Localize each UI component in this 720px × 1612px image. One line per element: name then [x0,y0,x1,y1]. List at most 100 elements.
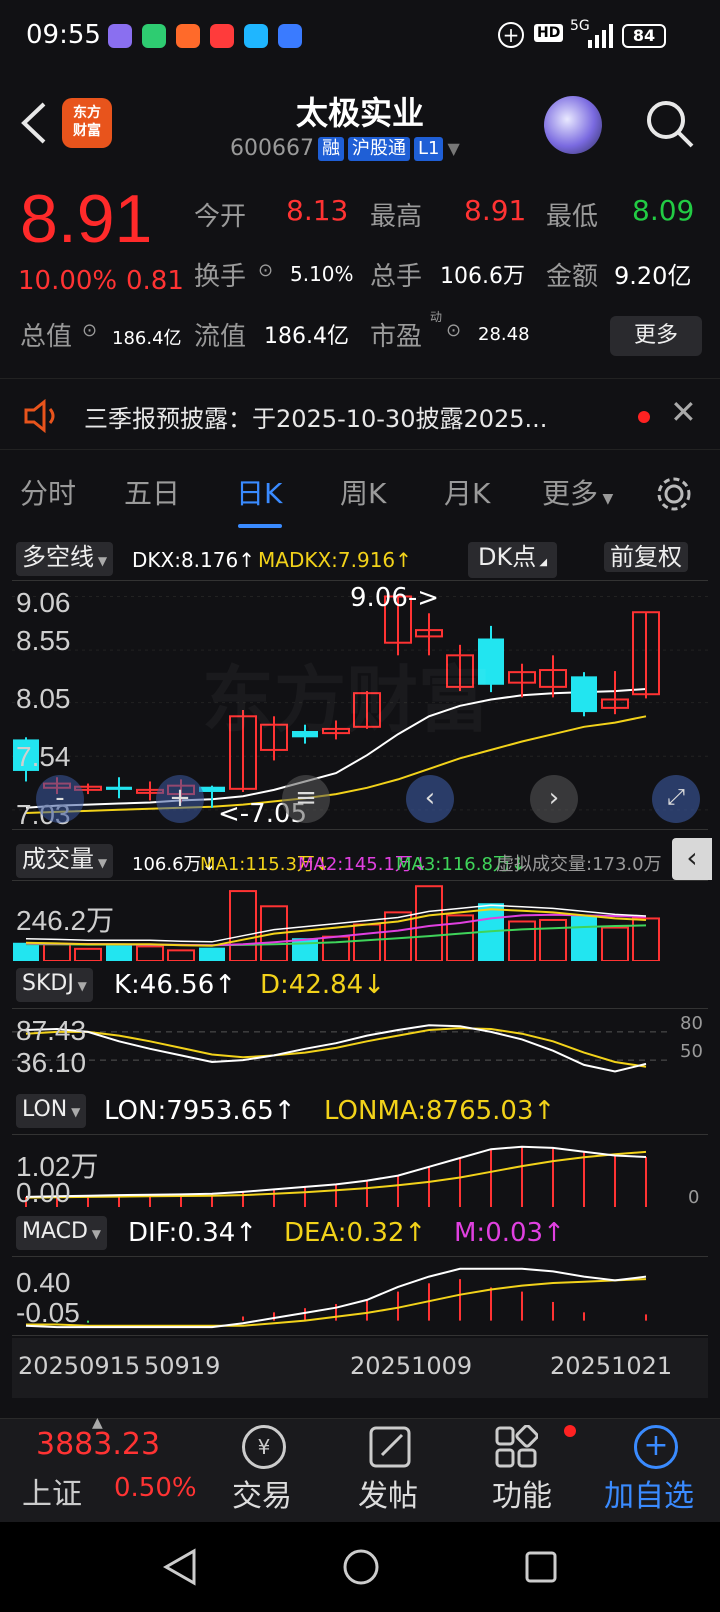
kline-indicator-selector[interactable]: 多空线 ▼ [16,542,114,576]
volume-bar [415,885,443,961]
current-price: 8.91 [20,181,153,257]
skdj-axis-bottom: 36.10 [16,1047,87,1078]
trade-button[interactable]: 交易 [232,1471,292,1515]
zoom-out-icon[interactable]: - [36,775,84,823]
volume-bar [136,945,164,961]
dk-point-button[interactable]: DK点 ◢ [468,542,558,578]
function-grid-icon[interactable] [494,1425,538,1469]
zoom-in-icon[interactable]: + [156,775,204,823]
margin-tag: 融 [317,136,344,161]
system-home-icon[interactable] [342,1548,380,1586]
system-back-icon[interactable] [162,1548,198,1586]
status-time: 09:55 [26,20,101,50]
lon-value: LON:7953.65↑ [104,1096,296,1126]
pe-dynamic-mark: 动 [430,310,443,324]
battery-icon: 84 [622,24,666,48]
open-value: 8.13 [286,194,349,227]
more-quote-button[interactable]: 更多 [610,316,702,356]
gear-icon[interactable] [654,474,694,514]
volume-bar [353,923,381,961]
volume-bar [571,915,597,961]
chevron-down-icon[interactable]: ▼ [447,139,459,158]
app-notification-icon [108,24,132,48]
candle-body [106,786,132,790]
lon-chart: 1.02万 0.00 0 [12,1134,708,1208]
tab-weekly-k[interactable]: 周K [340,472,386,512]
index-name[interactable]: 上证 [22,1469,82,1513]
tab-monthly-k[interactable]: 月K [444,472,490,512]
skdj-indicator-row: SKDJ ▼ K:46.56↑ D:42.84↓ [0,968,720,1002]
index-value[interactable]: 3883.23 [36,1427,160,1462]
tab-daily-k[interactable]: 日K [236,472,282,512]
notice-text: 三季报预披露：于2025-10-30披露2025... [84,405,548,433]
active-tab-indicator [238,524,282,528]
volume-bar [229,890,257,961]
add-watchlist-button[interactable]: 加自选 [604,1471,694,1515]
macd-dea: DEA:0.32↑ [284,1218,427,1248]
close-icon[interactable]: ✕ [670,393,697,431]
macd-axis-bottom: -0.05 [16,1297,80,1328]
info-icon[interactable]: ⊙ [82,320,97,341]
volume-bar [601,926,629,961]
date-label-2: 20251009 [350,1352,473,1380]
macd-chart: 0.40 -0.05 [12,1256,708,1336]
unread-dot [638,411,650,423]
market-cap-label: 总值 [20,322,73,352]
tab-five-day[interactable]: 五日 [124,472,180,512]
tab-more[interactable]: 更多 ▼ [542,472,613,512]
volume-value: 106.6万 [440,264,525,289]
low-label: 最低 [546,202,599,232]
skdj-ref-80: 80 [680,1013,703,1034]
speaker-icon [24,399,55,433]
candle-body [571,676,597,713]
skdj-d: D:42.84↓ [260,970,385,1000]
robot-assistant-icon[interactable] [544,96,602,154]
float-cap-value: 186.4亿 [264,324,349,349]
skdj-k: K:46.56↑ [114,970,237,1000]
volume-bar [13,942,39,961]
post-edit-icon[interactable] [368,1425,412,1469]
macd-dif: DIF:0.34↑ [128,1218,258,1248]
macd-indicator-row: MACD ▼ DIF:0.34↑ DEA:0.32↑ M:0.03↑ [0,1216,720,1250]
post-button[interactable]: 发帖 [358,1471,418,1515]
kline-chart[interactable]: 东方财富 9.06 8.55 8.05 7.54 7.03 9.06-> <-7… [12,580,708,830]
skdj-indicator-selector[interactable]: SKDJ ▼ [16,968,93,1002]
volume-bar [292,938,318,961]
adjust-button[interactable]: 前复权 [604,542,688,572]
tab-intraday[interactable]: 分时 [20,472,76,512]
settings-app-icon [278,24,302,48]
lon-indicator-selector[interactable]: LON ▼ [16,1094,87,1128]
turnover-value: 5.10% [290,262,354,286]
function-badge-dot [564,1425,576,1437]
volume-indicator-selector[interactable]: 成交量 ▼ [16,844,114,878]
amount-label: 金额 [546,262,599,292]
add-watchlist-icon[interactable]: + [634,1425,678,1469]
volume-bar [106,945,132,961]
open-label: 今开 [194,202,247,232]
trade-icon[interactable]: ¥ [242,1425,286,1469]
index-change-pct: 0.50% [114,1473,197,1503]
collapse-panel-icon[interactable]: ‹ [672,838,712,880]
system-recent-icon[interactable] [524,1550,558,1584]
search-icon[interactable] [644,98,696,150]
info-icon[interactable]: ⊙ [446,320,461,341]
macd-indicator-selector[interactable]: MACD ▼ [16,1216,107,1250]
info-icon[interactable]: ⊙ [258,260,273,281]
scroll-right-icon[interactable]: › [530,775,578,823]
notice-bar[interactable]: 三季报预披露：于2025-10-30披露2025... ✕ [0,378,720,450]
function-button[interactable]: 功能 [492,1471,552,1515]
lon-axis-bottom: 0.00 [16,1177,71,1208]
system-nav-bar [0,1522,720,1612]
amount-value: 9.20亿 [614,262,692,290]
quote-panel: 8.91 10.00% 0.81 今开 8.13 最高 8.91 最低 8.09… [0,176,720,356]
volume-bar [199,947,225,961]
fullscreen-icon[interactable]: ⤢ [652,775,700,823]
hgt-tag: 沪股通 [347,136,410,161]
add-circle-icon: + [498,22,524,48]
stock-header: 东方 财富 太极实业 600667 融 沪股通 L1 ▼ [0,80,720,174]
crosshair-icon[interactable]: ≡ [282,775,330,823]
date-label-0: 20250915 [18,1352,141,1380]
kline-axis-1: 8.55 [16,625,71,656]
scroll-left-icon[interactable]: ‹ [406,775,454,823]
volume-axis-top: 246.2万 [16,905,115,936]
